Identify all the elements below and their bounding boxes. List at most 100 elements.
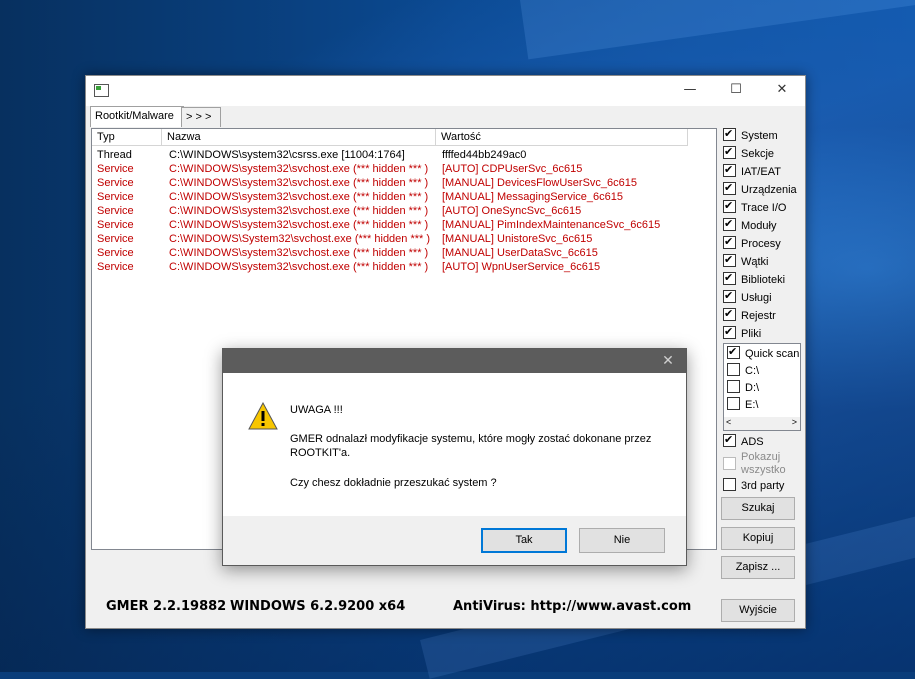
option-label: Trace I/O <box>741 202 787 214</box>
option-7[interactable]: Wątki <box>723 252 769 270</box>
option-label: IAT/EAT <box>741 166 781 178</box>
checkbox-icon[interactable] <box>723 324 736 340</box>
option-2[interactable]: IAT/EAT <box>723 162 781 180</box>
minimize-button[interactable]: — <box>667 76 713 106</box>
cell-type: Service <box>97 191 134 203</box>
drive-item[interactable]: D:\ <box>727 380 759 396</box>
scroll-right-icon[interactable]: > <box>792 417 797 427</box>
drive-label: E:\ <box>745 399 759 411</box>
checkbox-icon[interactable] <box>723 216 736 232</box>
dialog-title-bar[interactable]: ✕ <box>223 349 686 373</box>
cell-value: ffffed44bb249ac0 <box>442 149 527 161</box>
drive-item[interactable]: E:\ <box>727 397 758 413</box>
checkbox-icon[interactable] <box>727 344 740 360</box>
checkbox-icon[interactable] <box>723 270 736 286</box>
checkbox-icon[interactable] <box>723 162 736 178</box>
option-label: Rejestr <box>741 310 776 322</box>
checkbox-icon[interactable] <box>727 363 740 376</box>
option-label: Usługi <box>741 292 772 304</box>
cell-type: Service <box>97 219 134 231</box>
checkbox-icon[interactable] <box>723 252 736 268</box>
option-5[interactable]: Moduły <box>723 216 777 234</box>
close-button[interactable]: ✕ <box>759 76 805 106</box>
status-os: WINDOWS 6.2.9200 x64 <box>230 599 406 614</box>
table-row[interactable]: Service C:\WINDOWS\system32\svchost.exe (… <box>92 218 712 232</box>
table-row[interactable]: Service C:\WINDOWS\system32\svchost.exe (… <box>92 162 712 176</box>
dialog-close-button[interactable]: ✕ <box>656 351 680 371</box>
option-show-all: Pokazuj wszystko <box>723 451 793 476</box>
drive-label: Quick scan <box>745 348 800 360</box>
table-row[interactable]: Service C:\WINDOWS\system32\svchost.exe (… <box>92 176 712 190</box>
tab-more[interactable]: > > > <box>181 107 221 127</box>
checkbox-icon[interactable] <box>723 306 736 322</box>
option-3[interactable]: Urządzenia <box>723 180 797 198</box>
option-label: Moduły <box>741 220 777 232</box>
yes-button[interactable]: Tak <box>481 528 567 553</box>
cell-name: C:\WINDOWS\system32\csrss.exe [11004:176… <box>169 149 405 161</box>
option-label: Procesy <box>741 238 781 250</box>
cell-value: [AUTO] WpnUserService_6c615 <box>442 261 601 273</box>
cell-name: C:\WINDOWS\system32\svchost.exe (*** hid… <box>169 177 429 189</box>
option-9[interactable]: Usługi <box>723 288 772 306</box>
cell-name: C:\WINDOWS\system32\svchost.exe (*** hid… <box>169 219 429 231</box>
drive-list[interactable]: Quick scan C:\ D:\ E:\ < > <box>723 343 801 431</box>
checkbox-icon[interactable] <box>727 397 740 410</box>
checkbox-ads[interactable] <box>723 432 736 448</box>
option-4[interactable]: Trace I/O <box>723 198 787 216</box>
checkbox-show-all <box>723 457 736 470</box>
no-button[interactable]: Nie <box>579 528 665 553</box>
scroll-left-icon[interactable]: < <box>726 417 731 427</box>
checkbox-icon[interactable] <box>723 288 736 304</box>
table-row[interactable]: Service C:\WINDOWS\System32\svchost.exe (… <box>92 232 712 246</box>
option-label: Sekcje <box>741 148 775 160</box>
checkbox-icon[interactable] <box>723 126 736 142</box>
option-11[interactable]: Pliki <box>723 324 762 342</box>
title-bar[interactable]: — ☐ ✕ <box>86 76 805 106</box>
copy-button[interactable]: Kopiuj <box>721 527 795 550</box>
option-third-party[interactable]: 3rd party <box>723 478 784 494</box>
cell-name: C:\WINDOWS\system32\svchost.exe (*** hid… <box>169 191 429 203</box>
checkbox-icon[interactable] <box>723 198 736 214</box>
cell-name: C:\WINDOWS\System32\svchost.exe (*** hid… <box>169 233 431 245</box>
drive-list-scrollbar[interactable]: < > <box>724 417 800 430</box>
checkbox-icon[interactable] <box>723 144 736 160</box>
cell-value: [AUTO] CDPUserSvc_6c615 <box>442 163 583 175</box>
exit-button[interactable]: Wyjście <box>721 599 795 622</box>
status-antivirus: AntiVirus: http://www.avast.com <box>453 599 692 614</box>
scan-button[interactable]: Szukaj <box>721 497 795 520</box>
option-10[interactable]: Rejestr <box>723 306 776 324</box>
column-header-type[interactable]: Typ <box>92 129 162 146</box>
drive-item[interactable]: Quick scan <box>727 344 800 362</box>
checkbox-icon[interactable] <box>723 180 736 196</box>
dialog-message: GMER odnalazł modyfikacje systemu, które… <box>290 433 652 459</box>
column-header-value[interactable]: Wartość <box>436 129 688 146</box>
option-6[interactable]: Procesy <box>723 234 781 252</box>
option-ads[interactable]: ADS <box>723 432 764 450</box>
cell-type: Service <box>97 247 134 259</box>
table-row[interactable]: Service C:\WINDOWS\system32\svchost.exe (… <box>92 204 712 218</box>
option-0[interactable]: System <box>723 126 778 144</box>
table-row[interactable]: Service C:\WINDOWS\system32\svchost.exe (… <box>92 260 712 274</box>
table-row[interactable]: Service C:\WINDOWS\system32\svchost.exe (… <box>92 246 712 260</box>
table-row[interactable]: Service C:\WINDOWS\system32\svchost.exe (… <box>92 190 712 204</box>
cell-type: Service <box>97 233 134 245</box>
cell-name: C:\WINDOWS\system32\svchost.exe (*** hid… <box>169 247 429 259</box>
app-icon <box>94 84 109 97</box>
column-header-name[interactable]: Nazwa <box>162 129 436 146</box>
option-1[interactable]: Sekcje <box>723 144 775 162</box>
option-label: Pliki <box>741 328 762 340</box>
option-8[interactable]: Biblioteki <box>723 270 785 288</box>
save-button[interactable]: Zapisz ... <box>721 556 795 579</box>
cell-value: [MANUAL] UnistoreSvc_6c615 <box>442 233 593 245</box>
checkbox-icon[interactable] <box>723 234 736 250</box>
drive-label: D:\ <box>745 382 760 394</box>
status-version: GMER 2.2.19882 <box>106 599 227 614</box>
cell-type: Service <box>97 261 134 273</box>
checkbox-third-party[interactable] <box>723 478 736 491</box>
option-label: Urządzenia <box>741 184 797 196</box>
tab-rootkit-malware[interactable]: Rootkit/Malware <box>90 106 184 127</box>
table-row[interactable]: Thread C:\WINDOWS\system32\csrss.exe [110… <box>92 148 712 162</box>
drive-item[interactable]: C:\ <box>727 363 759 379</box>
maximize-button[interactable]: ☐ <box>713 76 759 106</box>
checkbox-icon[interactable] <box>727 380 740 393</box>
